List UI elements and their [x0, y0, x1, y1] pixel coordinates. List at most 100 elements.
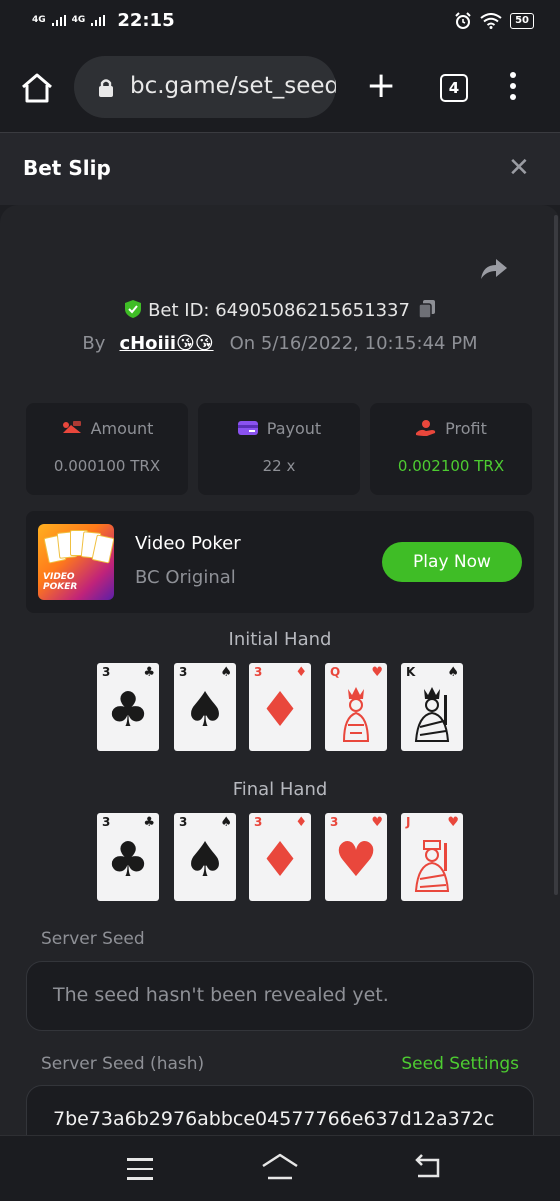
playing-card: 3 ♣ ♣	[97, 813, 159, 901]
status-time: 22:15	[117, 10, 175, 31]
final-hand-title: Final Hand	[232, 779, 328, 800]
amount-card: Amount 0.000100 TRX	[26, 403, 188, 495]
playing-card: J ♥	[401, 813, 463, 901]
initial-hand-title: Initial Hand	[228, 629, 332, 650]
heart-icon: ♥	[447, 815, 459, 830]
card-rank: K	[406, 665, 416, 679]
home-nav-icon[interactable]	[260, 1152, 300, 1182]
server-seed-label: Server Seed	[41, 929, 145, 949]
close-icon[interactable]: ✕	[508, 155, 530, 181]
bet-details-panel: Bet ID: 64905086215651337 By cHoiii😘😘 On 5…	[0, 205, 560, 1135]
server-seed-value: The seed hasn't been revealed yet.	[53, 984, 389, 1006]
queen-figure-icon	[342, 687, 370, 742]
heart-icon: ♥	[371, 815, 383, 830]
card-rank: Q	[330, 665, 341, 679]
payout-value: 22 x	[262, 457, 296, 475]
payout-icon	[237, 421, 258, 435]
new-tab-button[interactable]: +	[366, 68, 396, 104]
battery-icon: 50	[510, 13, 534, 29]
game-provider: BC Original	[135, 567, 236, 588]
club-icon: ♣	[143, 815, 155, 830]
thumbnail-label: VIDEO POKER	[43, 572, 78, 592]
profit-card: Profit 0.002100 TRX	[370, 403, 532, 495]
playing-card: 3 ♠ ♠	[174, 663, 236, 751]
spade-icon: ♠	[183, 682, 227, 738]
payout-label: Payout	[266, 419, 322, 438]
heart-icon: ♥	[334, 832, 378, 888]
tab-switcher-button[interactable]: 4	[440, 74, 468, 102]
card-rank: 3	[179, 665, 188, 679]
signal-bars-icon	[51, 15, 66, 26]
club-icon: ♣	[106, 682, 150, 738]
profit-value: 0.002100 TRX	[397, 457, 505, 475]
spade-icon: ♠	[220, 665, 232, 680]
heart-icon: ♥	[371, 665, 383, 680]
copy-icon[interactable]	[418, 299, 436, 319]
amount-label: Amount	[90, 419, 154, 438]
club-icon: ♣	[143, 665, 155, 680]
bet-slip-header: Bet Slip ✕	[0, 133, 560, 205]
by-row: By cHoiii😘😘 On 5/16/2022, 10:15:44 PM	[0, 333, 560, 354]
card-rank: 3	[330, 815, 339, 829]
verified-shield-icon	[125, 300, 142, 318]
initial-hand: 3 ♣ ♣ 3 ♠ ♠ 3 ♦ ♦ Q ♥ K ♠	[97, 663, 467, 751]
playing-card: 3 ♠ ♠	[174, 813, 236, 901]
status-right: 50	[454, 12, 534, 30]
card-rank: 3	[179, 815, 188, 829]
diamond-icon: ♦	[258, 682, 302, 738]
card-rank: 3	[102, 665, 111, 679]
signal-2-icon: 4G	[71, 15, 86, 25]
status-bar: 4G 4G 22:15 50	[0, 0, 560, 44]
wifi-icon	[480, 13, 502, 29]
game-card: VIDEO POKER Video Poker BC Original Play …	[26, 511, 534, 613]
seed-settings-link[interactable]: Seed Settings	[401, 1054, 519, 1074]
browser-toolbar: bc.game/set_seed + 4	[0, 44, 560, 133]
diamond-icon: ♦	[295, 665, 307, 680]
payout-label-row: Payout	[198, 419, 360, 438]
playing-card: 3 ♣ ♣	[97, 663, 159, 751]
playing-card: 3 ♦ ♦	[249, 813, 311, 901]
play-now-button[interactable]: Play Now	[382, 542, 522, 582]
on-label: On	[229, 333, 256, 354]
diamond-icon: ♦	[295, 815, 307, 830]
server-seed-hash-field[interactable]: 7be73a6b2976abbce04577766e637d12a372c	[26, 1085, 534, 1135]
username-link[interactable]: cHoiii😘😘	[119, 333, 213, 354]
server-seed-hash-label: Server Seed (hash)	[41, 1054, 205, 1074]
profit-label: Profit	[445, 419, 487, 438]
share-icon[interactable]	[480, 257, 508, 281]
card-rank: 3	[254, 665, 263, 679]
address-bar[interactable]: bc.game/set_seed	[74, 56, 336, 118]
bet-id-row: Bet ID: 64905086215651337	[0, 299, 560, 321]
game-name: Video Poker	[135, 533, 241, 554]
playing-card: 3 ♥ ♥	[325, 813, 387, 901]
lock-icon	[99, 79, 113, 97]
diamond-icon: ♦	[258, 832, 302, 888]
server-seed-field[interactable]: The seed hasn't been revealed yet.	[26, 961, 534, 1031]
amount-icon	[62, 421, 81, 433]
card-rank: J	[406, 815, 411, 829]
spade-icon: ♠	[220, 815, 232, 830]
king-figure-icon	[414, 687, 450, 742]
video-poker-thumbnail[interactable]: VIDEO POKER	[38, 524, 114, 600]
card-rank: 3	[254, 815, 263, 829]
payout-card: Payout 22 x	[198, 403, 360, 495]
back-icon[interactable]	[412, 1154, 442, 1180]
by-label: By	[82, 333, 106, 354]
more-menu-icon[interactable]	[510, 72, 522, 105]
server-seed-hash-value: 7be73a6b2976abbce04577766e637d12a372c	[53, 1108, 495, 1130]
spade-icon: ♠	[447, 665, 459, 680]
playing-card: Q ♥	[325, 663, 387, 751]
home-icon[interactable]	[20, 72, 54, 104]
profit-icon	[416, 420, 436, 436]
system-nav-bar	[0, 1135, 560, 1201]
signal-bars-icon	[91, 15, 106, 26]
bet-id-label: Bet ID:	[148, 300, 210, 321]
amount-value: 0.000100 TRX	[53, 457, 161, 475]
amount-label-row: Amount	[26, 419, 188, 438]
url-text[interactable]: bc.game/set_seed	[130, 73, 336, 99]
jack-figure-icon	[414, 840, 450, 892]
bet-date: 5/16/2022, 10:15:44 PM	[260, 333, 478, 354]
bet-id-value: 64905086215651337	[215, 300, 410, 321]
thumb-card-icon	[91, 534, 114, 564]
recent-apps-icon[interactable]	[127, 1158, 153, 1187]
